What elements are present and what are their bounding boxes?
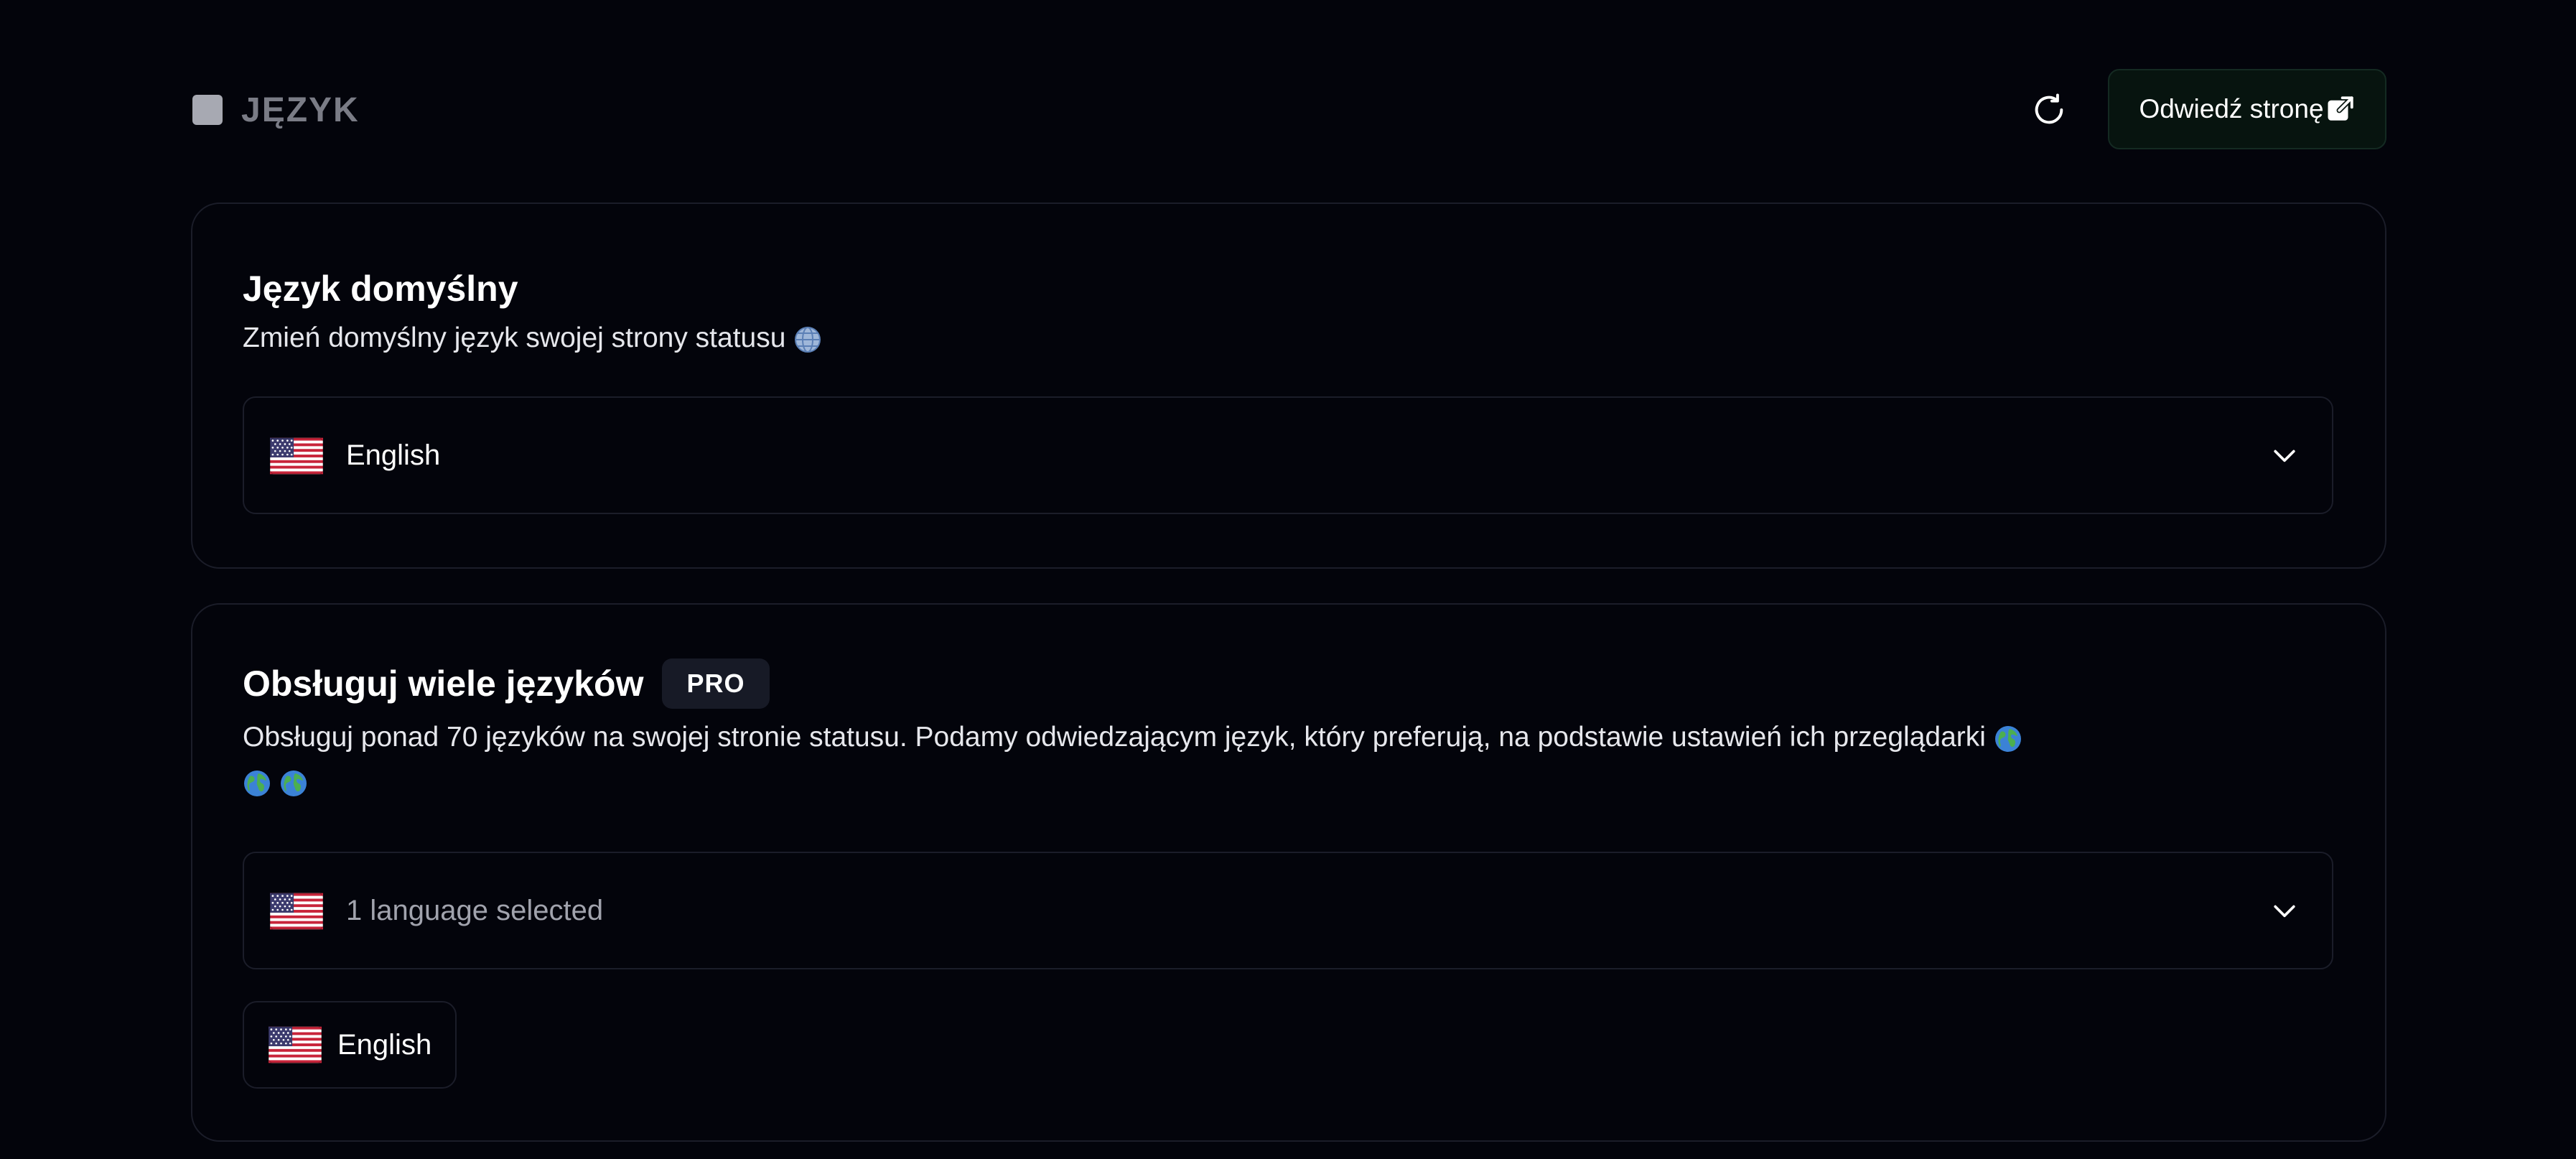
multi-language-title: Obsługuj wiele języków — [243, 664, 644, 704]
page-title: JĘZYK — [241, 90, 360, 129]
visit-page-label: Odwiedź stronę — [2139, 94, 2324, 124]
default-language-value: English — [346, 439, 441, 471]
us-flag-icon — [270, 437, 323, 475]
multi-language-card: Obsługuj wiele języków PRO Obsługuj pona… — [191, 603, 2386, 1142]
refresh-button[interactable] — [2027, 88, 2071, 131]
multi-language-description-text: Obsługuj ponad 70 języków na swojej stro… — [243, 722, 1986, 753]
multi-language-select[interactable]: 1 language selected — [243, 852, 2333, 969]
selected-language-chip-label: English — [337, 1028, 432, 1061]
header-title-group: JĘZYK — [192, 69, 360, 151]
multi-language-title-row: Obsługuj wiele języków PRO — [243, 656, 770, 711]
default-language-description: Zmień domyślny język swojej strony statu… — [243, 316, 2332, 360]
default-language-select[interactable]: English — [243, 396, 2333, 514]
chevron-down-icon — [2274, 905, 2295, 918]
pro-badge: PRO — [662, 658, 770, 709]
us-flag-icon — [270, 893, 323, 930]
selected-language-chip[interactable]: English — [243, 1001, 457, 1089]
page-header: JĘZYK Odwiedź stronę — [192, 69, 2386, 151]
default-language-card: Język domyślny Zmień domyślny język swoj… — [191, 203, 2386, 569]
default-language-description-text: Zmień domyślny język swojej strony statu… — [243, 322, 786, 353]
default-language-title-row: Język domyślny — [243, 261, 518, 316]
multi-language-description: Obsługuj ponad 70 języków na swojej stro… — [243, 715, 2332, 804]
external-link-icon — [2325, 94, 2356, 124]
globe-africa-icon — [1994, 725, 2022, 753]
section-square-icon — [192, 95, 223, 125]
visit-page-button[interactable]: Odwiedź stronę — [2108, 69, 2386, 149]
globe-asia-icon — [279, 769, 308, 798]
us-flag-icon — [269, 1026, 322, 1063]
globe-icon — [795, 326, 821, 353]
globe-americas-icon — [243, 769, 271, 798]
refresh-icon — [2035, 93, 2063, 124]
default-language-title: Język domyślny — [243, 269, 518, 309]
multi-language-select-placeholder: 1 language selected — [346, 894, 604, 926]
chevron-down-icon — [2274, 450, 2295, 462]
